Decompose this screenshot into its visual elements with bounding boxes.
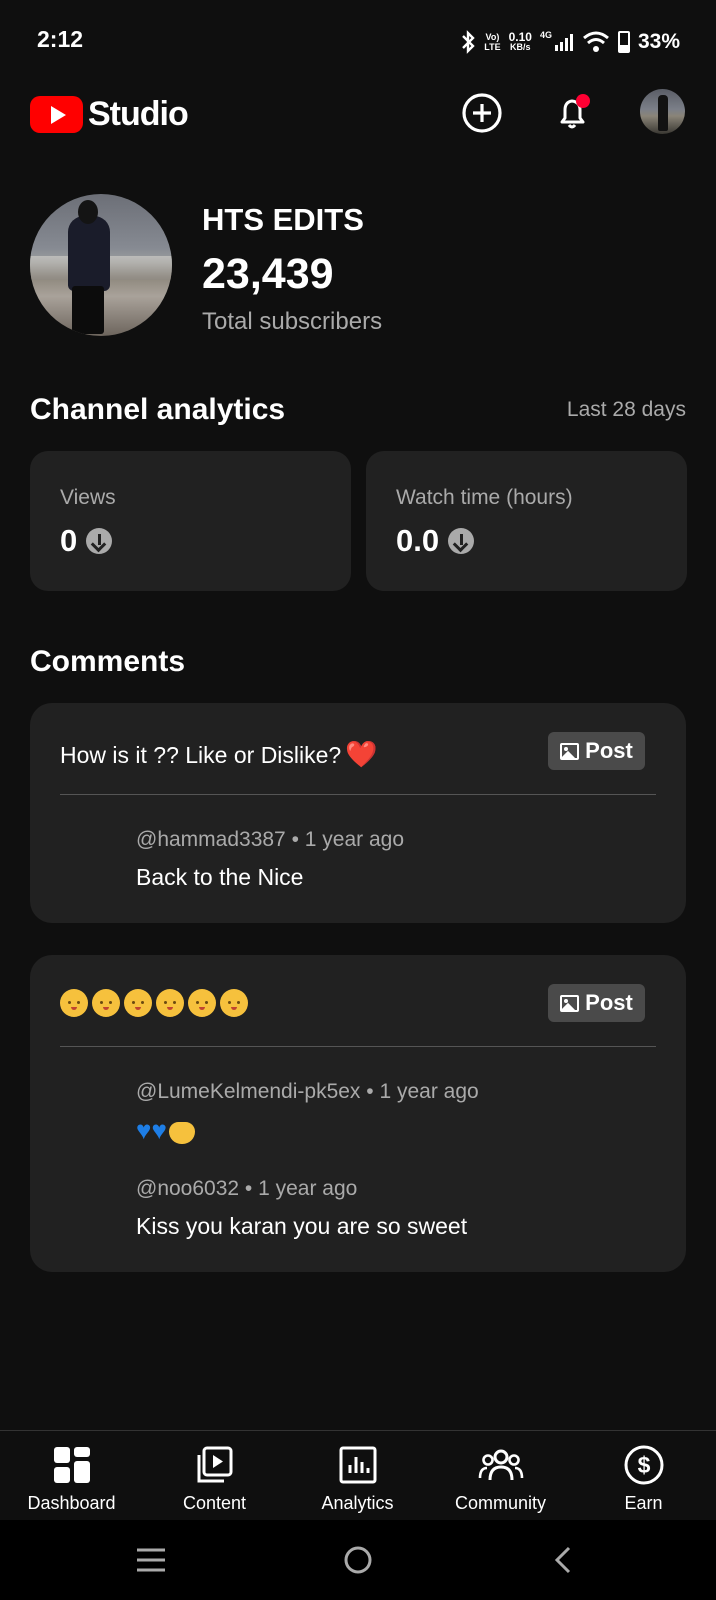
home-icon[interactable] <box>343 1545 373 1575</box>
comment-thread[interactable]: How is it ?? Like or Dislike? ❤️ Post @ha… <box>30 703 686 923</box>
subscriber-count: 23,439 <box>202 250 334 298</box>
trend-down-icon <box>448 528 475 554</box>
post-text: How is it ?? Like or Dislike? ❤️ <box>60 739 378 769</box>
nav-label: Community <box>454 1493 547 1513</box>
baby-emoji <box>124 989 152 1017</box>
create-button[interactable] <box>458 89 506 137</box>
stat-value: 0.0 <box>396 523 475 559</box>
blue-heart-emoji: ♥ <box>136 1115 152 1145</box>
post-text: 👶👶👶👶👶👶 <box>60 989 248 1017</box>
image-icon <box>560 742 580 760</box>
stat-label: Views <box>60 486 116 509</box>
baby-emoji <box>60 989 88 1017</box>
youtube-play-icon <box>30 96 83 133</box>
nav-earn[interactable]: $ Earn <box>572 1445 715 1514</box>
nav-content[interactable]: Content <box>143 1445 286 1514</box>
app-header: Studio <box>0 84 716 154</box>
analytics-title[interactable]: Channel analytics <box>30 393 285 427</box>
comment-thread[interactable]: 👶👶👶👶👶👶 Post @LumeKelmendi-pk5ex • 1 year… <box>30 955 686 1272</box>
nav-community[interactable]: Community <box>429 1445 572 1514</box>
content-icon <box>197 1446 232 1483</box>
app-name: Studio <box>88 95 189 133</box>
views-card[interactable]: Views 0 <box>30 451 351 591</box>
channel-name: HTS EDITS <box>202 202 364 237</box>
divider <box>60 1046 656 1047</box>
subscriber-label: Total subscribers <box>202 308 383 335</box>
notifications-icon <box>560 94 590 129</box>
dashboard-icon <box>53 1447 90 1483</box>
reply-meta: @noo6032 • 1 year ago <box>136 1177 358 1200</box>
analytics-range: Last 28 days <box>566 398 686 421</box>
analytics-icon <box>339 1446 376 1484</box>
nav-dashboard[interactable]: Dashboard <box>0 1445 143 1514</box>
notifications-button[interactable] <box>549 89 597 137</box>
status-time: 2:12 <box>37 26 84 52</box>
heart-emoji: ❤️ <box>345 739 378 769</box>
reply-text: Back to the Nice <box>136 864 304 890</box>
post-button[interactable]: Post <box>548 984 645 1022</box>
blue-heart-emoji: ♥ <box>151 1115 167 1145</box>
trend-down-icon <box>86 528 113 554</box>
create-icon <box>462 93 502 133</box>
baby-emoji <box>220 989 248 1017</box>
signal-icon <box>554 34 573 51</box>
youtube-studio-logo[interactable]: Studio <box>30 95 189 134</box>
nav-label: Content <box>182 1493 247 1513</box>
data-speed: 0.10 KB/s <box>508 30 532 52</box>
status-bar: 2:12 Vo) LTE 0.10 KB/s 4G 33% <box>0 0 716 84</box>
watch-time-card[interactable]: Watch time (hours) 0.0 <box>366 451 687 591</box>
divider <box>60 794 656 795</box>
volte-indicator: Vo) LTE <box>484 32 501 52</box>
reply-meta: @LumeKelmendi-pk5ex • 1 year ago <box>136 1080 479 1103</box>
nav-label: Analytics <box>321 1493 394 1513</box>
back-icon[interactable] <box>553 1546 573 1574</box>
baby-emoji <box>188 989 216 1017</box>
reply-text: 💙💙🤲 ♥♥ <box>136 1115 195 1146</box>
reply-meta: @hammad3387 • 1 year ago <box>136 828 405 851</box>
network-type: 4G <box>540 30 574 52</box>
baby-emoji <box>92 989 120 1017</box>
svg-text:$: $ <box>637 1452 650 1478</box>
account-avatar[interactable] <box>640 89 685 134</box>
reply-text: Kiss you karan you are so sweet <box>136 1213 468 1239</box>
battery-icon <box>617 31 630 53</box>
battery-level: 33% <box>637 30 680 53</box>
nav-label: Earn <box>624 1493 663 1513</box>
bluetooth-icon <box>462 30 475 54</box>
recent-apps-icon[interactable] <box>136 1547 166 1573</box>
stat-label: Watch time (hours) <box>396 486 573 509</box>
stat-value: 0 <box>60 523 113 559</box>
baby-emoji <box>156 989 184 1017</box>
channel-avatar[interactable] <box>30 194 172 336</box>
community-icon <box>478 1449 523 1481</box>
bottom-navigation: Dashboard Content Analytics Community $ … <box>0 1430 716 1520</box>
image-icon <box>560 994 580 1012</box>
post-button[interactable]: Post <box>548 732 645 770</box>
system-navigation-bar <box>0 1520 716 1600</box>
status-icons: Vo) LTE 0.10 KB/s 4G 33% <box>460 28 680 56</box>
nav-label: Dashboard <box>27 1493 116 1513</box>
wifi-icon <box>583 31 609 52</box>
palms-up-emoji <box>168 1121 195 1144</box>
nav-analytics[interactable]: Analytics <box>286 1445 429 1514</box>
earn-dollar-icon: $ <box>624 1445 663 1485</box>
comments-title[interactable]: Comments <box>30 645 185 679</box>
